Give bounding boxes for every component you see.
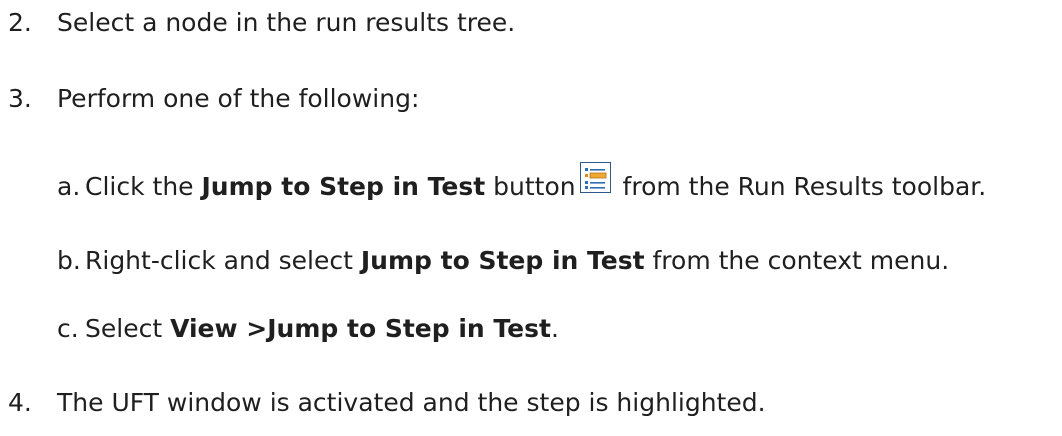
substep-a: a. Click the Jump to Step in Test button … xyxy=(57,162,987,202)
step-number: 3. xyxy=(8,84,32,113)
command-path: View >Jump to Step in Test xyxy=(170,314,551,343)
command-name: Jump to Step in Test xyxy=(360,246,645,275)
substep-letter: a. xyxy=(57,172,81,201)
step-text: The UFT window is activated and the step… xyxy=(57,388,766,417)
substep-text-pre: Right-click and select xyxy=(85,246,361,275)
step-number: 4. xyxy=(8,388,32,417)
step-number: 2. xyxy=(8,8,32,37)
substep-letter: b. xyxy=(57,246,81,275)
substep-letter: c. xyxy=(57,314,79,343)
jump-to-step-icon xyxy=(579,162,611,193)
substep-text-mid: button xyxy=(485,172,576,201)
step-text: Perform one of the following: xyxy=(57,84,420,113)
step-3: 3. Perform one of the following: xyxy=(8,84,419,114)
substep-c: c. Select View >Jump to Step in Test. xyxy=(57,314,559,344)
substep-b: b. Right-click and select Jump to Step in… xyxy=(57,246,949,276)
command-name: Jump to Step in Test xyxy=(201,172,486,201)
step-2: 2. Select a node in the run results tree. xyxy=(8,8,515,38)
substep-text-pre: Select xyxy=(85,314,171,343)
substep-text-post: from the Run Results toolbar. xyxy=(614,172,987,201)
substep-text-pre: Click the xyxy=(85,172,202,201)
step-4: 4. The UFT window is activated and the st… xyxy=(8,388,766,418)
substep-text-post: . xyxy=(550,314,559,343)
step-text: Select a node in the run results tree. xyxy=(57,8,516,37)
substep-text-post: from the context menu. xyxy=(644,246,950,275)
